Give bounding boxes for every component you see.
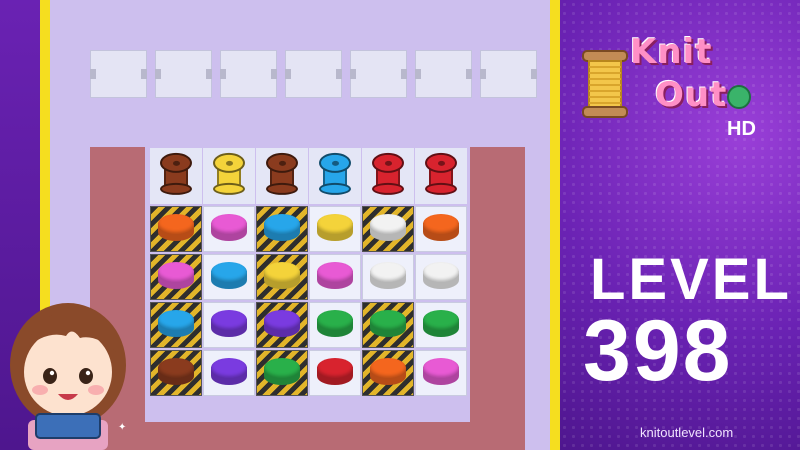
purple-disc-piece[interactable] xyxy=(264,310,300,340)
grid-cell[interactable] xyxy=(362,350,414,396)
grid-cell[interactable] xyxy=(415,206,467,252)
website-url: knitoutlevel.com xyxy=(640,425,734,440)
logo-word-knit: Knit xyxy=(630,32,713,72)
brown-spool-icon[interactable] xyxy=(266,152,298,195)
holding-slot xyxy=(415,50,472,98)
purple-disc-piece[interactable] xyxy=(211,358,247,388)
blue-disc-piece[interactable] xyxy=(264,214,300,244)
purple-disc-piece[interactable] xyxy=(211,310,247,340)
grid-cell[interactable] xyxy=(150,350,202,396)
yellow-disc-piece[interactable] xyxy=(264,262,300,292)
holding-slot xyxy=(155,50,212,98)
blue-disc-piece[interactable] xyxy=(158,310,194,340)
blue-spool-icon[interactable] xyxy=(319,152,351,195)
hd-badge: HD xyxy=(727,118,756,140)
holding-slot xyxy=(220,50,277,98)
brown-disc-piece[interactable] xyxy=(158,358,194,388)
spool-slot[interactable] xyxy=(256,148,308,204)
spool-logo-icon xyxy=(582,50,628,118)
magenta-disc-piece[interactable] xyxy=(317,262,353,292)
magenta-disc-piece[interactable] xyxy=(158,262,194,292)
grid-cell[interactable] xyxy=(150,302,202,348)
yellow-spool-icon[interactable] xyxy=(213,152,245,195)
white-disc-piece[interactable] xyxy=(423,262,459,292)
grid-cell[interactable] xyxy=(150,206,202,252)
level-number: 398 xyxy=(583,303,733,399)
spool-slot[interactable] xyxy=(362,148,414,204)
magenta-disc-piece[interactable] xyxy=(423,358,459,388)
green-disc-piece[interactable] xyxy=(317,310,353,340)
holding-slots xyxy=(90,50,537,98)
green-disc-piece[interactable] xyxy=(423,310,459,340)
holding-slot xyxy=(480,50,537,98)
grid-cell[interactable] xyxy=(309,254,361,300)
spool-slot[interactable] xyxy=(203,148,255,204)
button-icon xyxy=(727,85,751,109)
grid-cell[interactable] xyxy=(256,302,308,348)
grid-cell[interactable] xyxy=(203,350,255,396)
grid-cell[interactable] xyxy=(256,206,308,252)
grid-cell[interactable] xyxy=(309,350,361,396)
svg-text:✦: ✦ xyxy=(118,422,126,433)
holding-slot xyxy=(90,50,147,98)
grid-cell[interactable] xyxy=(415,254,467,300)
grid-cell[interactable] xyxy=(309,302,361,348)
holding-slot xyxy=(350,50,407,98)
grid-cell[interactable] xyxy=(362,206,414,252)
yellow-disc-piece[interactable] xyxy=(317,214,353,244)
holding-slot xyxy=(285,50,342,98)
white-disc-piece[interactable] xyxy=(370,262,406,292)
orange-disc-piece[interactable] xyxy=(158,214,194,244)
red-spool-icon[interactable] xyxy=(372,152,404,195)
orange-disc-piece[interactable] xyxy=(370,358,406,388)
spool-slot[interactable] xyxy=(415,148,467,204)
grid-cell[interactable] xyxy=(415,302,467,348)
green-disc-piece[interactable] xyxy=(264,358,300,388)
grid-cell[interactable] xyxy=(203,254,255,300)
knit-out-logo: Knit Out HD xyxy=(575,30,775,150)
spool-slot[interactable] xyxy=(309,148,361,204)
green-disc-piece[interactable] xyxy=(370,310,406,340)
blue-disc-piece[interactable] xyxy=(211,262,247,292)
grid-cell[interactable] xyxy=(415,350,467,396)
grid-cell[interactable] xyxy=(256,254,308,300)
red-disc-piece[interactable] xyxy=(317,358,353,388)
white-disc-piece[interactable] xyxy=(370,214,406,244)
grid-cell[interactable] xyxy=(203,206,255,252)
magenta-disc-piece[interactable] xyxy=(211,214,247,244)
orange-disc-piece[interactable] xyxy=(423,214,459,244)
grid-cell[interactable] xyxy=(203,302,255,348)
grid-cell[interactable] xyxy=(309,206,361,252)
grid-cell[interactable] xyxy=(256,350,308,396)
grid-cell[interactable] xyxy=(362,302,414,348)
logo-word-out: Out xyxy=(655,75,728,115)
mascot-girl-image: ✦ xyxy=(10,303,126,450)
grid-cell[interactable] xyxy=(362,254,414,300)
red-spool-icon[interactable] xyxy=(425,152,457,195)
grid-cell[interactable] xyxy=(150,254,202,300)
spool-slot[interactable] xyxy=(150,148,202,204)
brown-spool-icon[interactable] xyxy=(160,152,192,195)
